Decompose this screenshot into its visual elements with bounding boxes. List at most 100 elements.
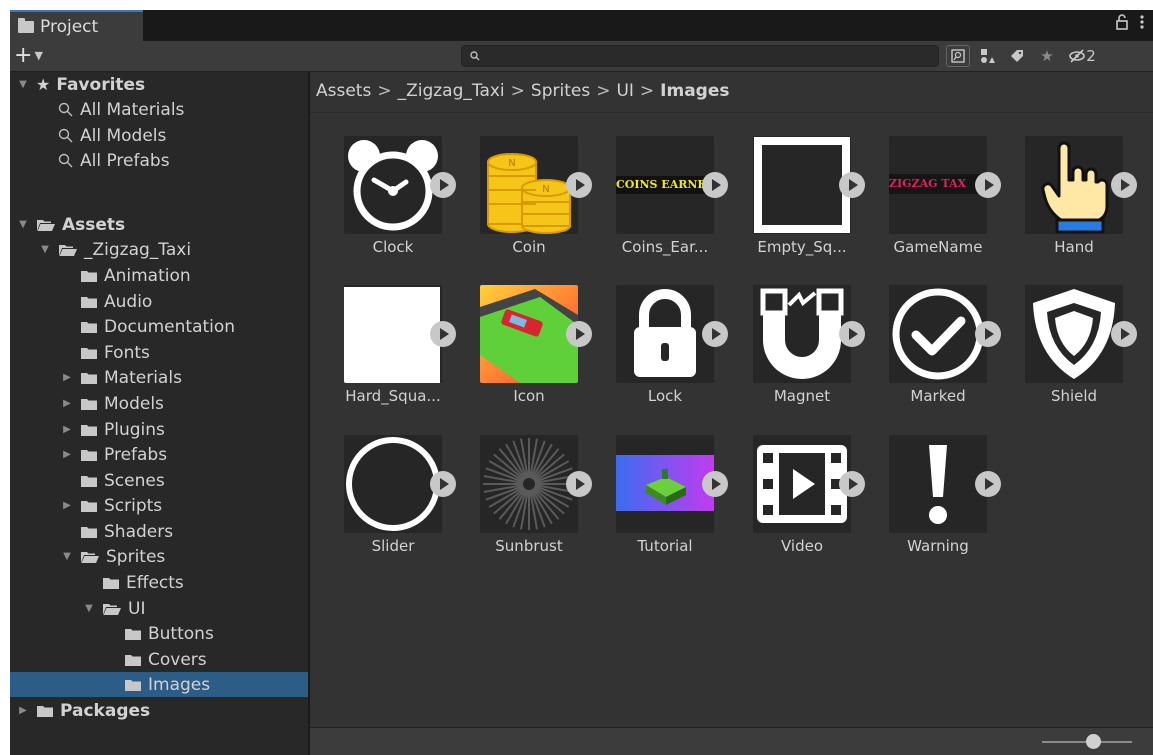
tree-item-label: Animation bbox=[104, 265, 191, 286]
expand-arrow-icon[interactable]: ▼ bbox=[16, 79, 30, 90]
hard-square-icon bbox=[344, 285, 442, 383]
asset-item[interactable]: Slider bbox=[310, 435, 456, 585]
tree-item-favorites[interactable]: ▼ ★ Favorites bbox=[10, 72, 314, 97]
collapse-arrow-icon[interactable]: ▶ bbox=[60, 398, 74, 409]
tree-item-all-materials[interactable]: All Materials bbox=[10, 97, 336, 122]
tree-item-prefabs[interactable]: ▶ Prefabs bbox=[10, 442, 358, 467]
tree-item-assets[interactable]: ▼ Assets bbox=[10, 212, 314, 237]
kebab-menu-icon[interactable] bbox=[1139, 14, 1145, 34]
hidden-packages-button[interactable]: 2 bbox=[1064, 44, 1100, 68]
search-input[interactable] bbox=[461, 45, 939, 67]
asset-item[interactable]: Shield bbox=[991, 285, 1137, 435]
filter-by-type-button[interactable] bbox=[974, 44, 1000, 68]
expand-sprite-icon[interactable] bbox=[1111, 321, 1137, 347]
folder-icon bbox=[36, 704, 54, 718]
asset-item[interactable]: Video bbox=[719, 435, 865, 585]
tab-project[interactable]: Project bbox=[10, 10, 143, 41]
expand-sprite-icon[interactable] bbox=[1111, 172, 1137, 198]
folder-icon bbox=[124, 653, 142, 667]
tree-item-fonts[interactable]: Fonts bbox=[10, 340, 358, 365]
asset-label: Sunbrust bbox=[495, 537, 563, 555]
tree-item-label: Favorites bbox=[56, 74, 146, 95]
tree-item-all-prefabs[interactable]: All Prefabs bbox=[10, 148, 336, 173]
tree-item-sprites[interactable]: ▼ Sprites bbox=[10, 544, 358, 569]
asset-item[interactable]: Empty_Sq... bbox=[719, 136, 865, 286]
tree-item-label: _Zigzag_Taxi bbox=[84, 239, 192, 260]
asset-item[interactable]: Clock bbox=[310, 136, 456, 286]
tree-item-label: Audio bbox=[104, 291, 153, 312]
status-bar bbox=[310, 727, 1153, 755]
tree-item-scripts[interactable]: ▶ Scripts bbox=[10, 493, 358, 518]
tree-item-label: Sprites bbox=[106, 546, 166, 567]
star-icon: ★ bbox=[36, 75, 51, 94]
tree-item-plugins[interactable]: ▶ Plugins bbox=[10, 417, 358, 442]
asset-item[interactable]: Sunbrust bbox=[446, 435, 592, 585]
tree-item-label: Effects bbox=[126, 572, 184, 593]
folder-icon bbox=[80, 525, 98, 539]
asset-item[interactable]: N N Coin bbox=[446, 136, 592, 286]
tab-project-label: Project bbox=[40, 16, 99, 37]
asset-item[interactable]: Lock bbox=[582, 285, 728, 435]
asset-item[interactable]: Hand bbox=[991, 136, 1137, 286]
folder-icon bbox=[102, 576, 120, 590]
tree-item-packages[interactable]: ▶ Packages bbox=[10, 698, 314, 723]
asset-label: Empty_Sq... bbox=[757, 238, 847, 256]
breadcrumb-zigzag-taxi[interactable]: _Zigzag_Taxi bbox=[398, 81, 505, 101]
zoom-slider-handle[interactable] bbox=[1086, 734, 1101, 749]
collapse-arrow-icon[interactable]: ▶ bbox=[60, 424, 74, 435]
expand-sprite-icon[interactable] bbox=[975, 471, 1001, 497]
breadcrumb-ui[interactable]: UI bbox=[616, 81, 633, 101]
collapse-arrow-icon[interactable]: ▶ bbox=[60, 500, 74, 511]
breadcrumb-assets[interactable]: Assets bbox=[316, 81, 371, 101]
search-by-type-button[interactable] bbox=[946, 45, 970, 67]
asset-grid-panel: Assets > _Zigzag_Taxi > Sprites > UI > Images Cl… bbox=[310, 72, 1153, 755]
expand-arrow-icon[interactable]: ▼ bbox=[38, 244, 52, 255]
folder-icon bbox=[80, 269, 98, 283]
tree-item-label: Fonts bbox=[104, 342, 150, 363]
tree-item-animation[interactable]: Animation bbox=[10, 263, 358, 288]
chevron-down-icon: ▼ bbox=[34, 49, 43, 62]
search-icon bbox=[470, 51, 480, 61]
folder-open-icon bbox=[36, 218, 56, 232]
asset-item[interactable]: Marked bbox=[855, 285, 1001, 435]
asset-item[interactable]: Warning bbox=[855, 435, 1001, 585]
add-asset-button[interactable]: + ▼ bbox=[14, 43, 43, 68]
favorites-button[interactable]: ★ bbox=[1034, 44, 1060, 68]
tree-item-all-models[interactable]: All Models bbox=[10, 123, 336, 148]
tree-item-scenes[interactable]: Scenes bbox=[10, 468, 358, 493]
padlock-icon bbox=[616, 285, 714, 383]
expand-arrow-icon[interactable]: ▼ bbox=[16, 219, 30, 230]
tree-item-shaders[interactable]: Shaders bbox=[10, 519, 358, 544]
folder-icon bbox=[80, 423, 98, 437]
tree-item-documentation[interactable]: Documentation bbox=[10, 314, 358, 339]
expand-arrow-icon[interactable]: ▼ bbox=[82, 603, 96, 614]
tree-item-materials[interactable]: ▶ Materials bbox=[10, 365, 358, 390]
asset-item[interactable]: Tutorial bbox=[582, 435, 728, 585]
tree-item-label: Prefabs bbox=[104, 444, 168, 465]
breadcrumb-separator: > bbox=[510, 81, 525, 101]
lock-icon[interactable] bbox=[1115, 14, 1129, 34]
breadcrumb-images[interactable]: Images bbox=[660, 81, 729, 101]
folder-icon bbox=[80, 499, 98, 513]
asset-label: Lock bbox=[647, 387, 683, 405]
expand-arrow-icon[interactable]: ▼ bbox=[60, 551, 74, 562]
tree-item-zigzag-taxi[interactable]: ▼ _Zigzag_Taxi bbox=[10, 237, 336, 262]
asset-item[interactable]: ZIGZAG TAX GameName bbox=[855, 136, 1001, 286]
breadcrumb-separator: > bbox=[596, 81, 611, 101]
breadcrumb-separator: > bbox=[639, 81, 655, 101]
filter-by-label-button[interactable] bbox=[1004, 44, 1030, 68]
sunburst-icon bbox=[480, 435, 578, 533]
tree-item-label: Plugins bbox=[104, 419, 165, 440]
asset-item[interactable]: Icon bbox=[446, 285, 592, 435]
collapse-arrow-icon[interactable]: ▶ bbox=[60, 449, 74, 460]
tree-item-models[interactable]: ▶ Models bbox=[10, 391, 358, 416]
svg-text:N: N bbox=[508, 158, 515, 169]
folder-tree: ▼ ★ Favorites All Materials All Models All Pr… bbox=[10, 72, 402, 755]
collapse-arrow-icon[interactable]: ▶ bbox=[60, 372, 74, 383]
asset-item[interactable]: COINS EARNE Coins_Ear... bbox=[582, 136, 728, 286]
breadcrumb-sprites[interactable]: Sprites bbox=[531, 81, 590, 101]
asset-item[interactable]: Magnet bbox=[719, 285, 865, 435]
collapse-arrow-icon[interactable]: ▶ bbox=[16, 705, 30, 716]
asset-item[interactable]: Hard_Squa... bbox=[310, 285, 456, 435]
tree-item-audio[interactable]: Audio bbox=[10, 289, 358, 314]
